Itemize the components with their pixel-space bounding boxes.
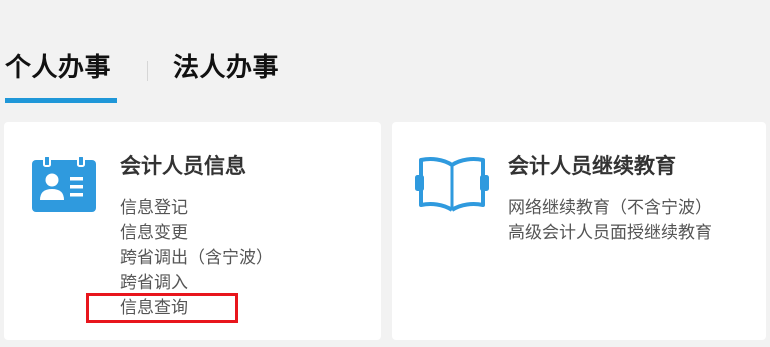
link-list: 网络继续教育（不含宁波） 高级会计人员面授继续教育 bbox=[508, 196, 712, 246]
tab-corporate[interactable]: 法人办事 bbox=[173, 52, 279, 84]
active-tab-indicator bbox=[5, 98, 117, 103]
tab-bar: 个人办事 法人办事 bbox=[5, 44, 325, 104]
id-card-icon bbox=[32, 155, 96, 216]
link-info-change[interactable]: 信息变更 bbox=[120, 221, 273, 246]
open-book-icon bbox=[415, 155, 489, 221]
tab-divider bbox=[147, 61, 148, 81]
continuing-education-card: 会计人员继续教育 网络继续教育（不含宁波） 高级会计人员面授继续教育 bbox=[392, 122, 766, 340]
highlight-box bbox=[86, 293, 238, 323]
link-info-register[interactable]: 信息登记 bbox=[120, 196, 273, 221]
card-title: 会计人员信息 bbox=[120, 154, 246, 178]
tab-personal[interactable]: 个人办事 bbox=[5, 52, 111, 84]
link-transfer-out[interactable]: 跨省调出（含宁波） bbox=[120, 246, 273, 271]
link-online-education[interactable]: 网络继续教育（不含宁波） bbox=[508, 196, 712, 221]
link-senior-onsite-education[interactable]: 高级会计人员面授继续教育 bbox=[508, 221, 712, 246]
card-title: 会计人员继续教育 bbox=[508, 154, 676, 178]
